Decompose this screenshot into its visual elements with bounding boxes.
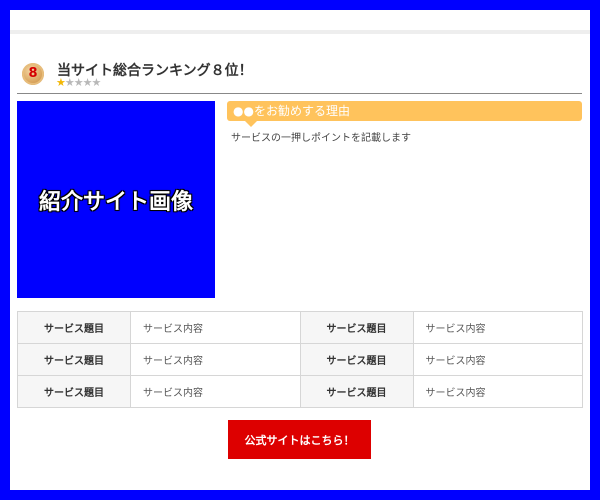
reason-header-label: ●●をお勧めする理由 (233, 104, 350, 118)
reason-description: サービスの一押しポイントを記載します (231, 133, 411, 144)
table-header-cell: サービス題目 (17, 311, 131, 344)
service-info-table: サービス題目 サービス内容 サービス題目 サービス内容 サービス題目 サービス内… (17, 311, 583, 408)
speech-tail-icon (245, 121, 257, 127)
table-header-cell: サービス題目 (299, 343, 414, 376)
rank-number: 8 (28, 66, 38, 81)
table-row: サービス題目 サービス内容 サービス題目 サービス内容 (17, 311, 583, 344)
rank-medal-icon: 8 (22, 63, 44, 85)
star-empty-icon: ★ (73, 76, 84, 89)
table-value-cell: サービス内容 (130, 375, 301, 408)
ranking-card: 8 当サイト総合ランキング８位！ ★★★★★ 紹介サイト画像 ●●をお勧めする理… (10, 10, 590, 490)
star-filled-icon: ★ (56, 76, 66, 89)
table-header-cell: サービス題目 (17, 375, 131, 408)
title-divider (17, 93, 582, 94)
table-row: サービス題目 サービス内容 サービス題目 サービス内容 (17, 343, 583, 376)
table-value-cell: サービス内容 (130, 343, 301, 376)
table-header-cell: サービス題目 (17, 343, 131, 376)
table-value-cell: サービス内容 (412, 375, 583, 408)
star-empty-icon: ★ (91, 76, 102, 89)
reason-header: ●●をお勧めする理由 (227, 101, 582, 127)
table-value-cell: サービス内容 (130, 311, 301, 344)
site-image-label: 紹介サイト画像 (38, 190, 193, 215)
table-header-cell: サービス題目 (299, 311, 414, 344)
top-divider (10, 30, 590, 34)
star-rating: ★★★★★ (56, 76, 102, 89)
table-value-cell: サービス内容 (412, 311, 583, 344)
table-row: サービス題目 サービス内容 サービス題目 サービス内容 (17, 375, 583, 408)
site-image-placeholder: 紹介サイト画像 (17, 101, 215, 298)
official-site-button[interactable]: 公式サイトはこちら！ (228, 420, 371, 459)
table-value-cell: サービス内容 (412, 343, 583, 376)
table-header-cell: サービス題目 (299, 375, 414, 408)
star-empty-icon: ★ (64, 76, 75, 89)
star-empty-icon: ★ (82, 76, 93, 89)
